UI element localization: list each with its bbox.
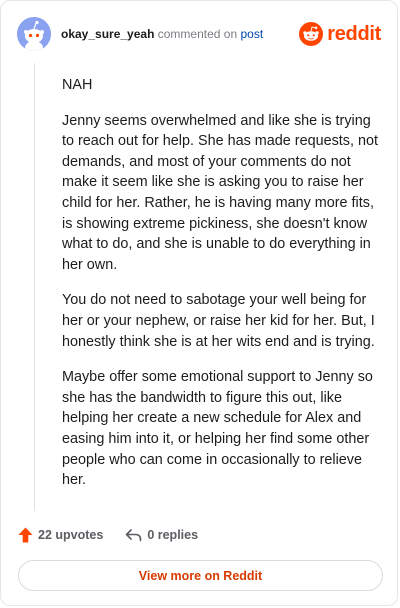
embedded-comment-card: okay_sure_yeah commented on post reddit … bbox=[0, 0, 398, 606]
upvotes-button[interactable]: 22 upvotes bbox=[18, 527, 103, 543]
reddit-logo[interactable]: reddit bbox=[299, 21, 381, 47]
reddit-wordmark: reddit bbox=[327, 23, 381, 45]
upvotes-count: 22 upvotes bbox=[38, 528, 104, 542]
comment-paragraph: Jenny seems overwhelmed and like she is … bbox=[62, 112, 378, 273]
view-more-button[interactable]: View more on Reddit bbox=[18, 560, 383, 591]
replies-count: 0 replies bbox=[147, 528, 199, 542]
username-link[interactable]: okay_sure_yeah bbox=[61, 27, 154, 41]
comment-meta: okay_sure_yeah commented on post bbox=[61, 26, 263, 42]
replies-button[interactable]: 0 replies bbox=[125, 528, 198, 542]
comment-actions: 22 upvotes 0 replies bbox=[18, 524, 198, 546]
thread-line bbox=[34, 63, 35, 511]
post-link[interactable]: post bbox=[240, 27, 263, 41]
snoo-avatar-icon[interactable] bbox=[17, 17, 51, 51]
comment-paragraph: Maybe offer some emotional support to Je… bbox=[62, 369, 373, 489]
reply-arrow-icon bbox=[126, 529, 142, 542]
commented-on-text: commented on bbox=[157, 27, 238, 41]
comment-header: okay_sure_yeah commented on post reddit bbox=[17, 17, 381, 51]
comment-paragraph: NAH bbox=[62, 77, 93, 93]
comment-paragraph: You do not need to sabotage your well be… bbox=[62, 292, 375, 350]
upvote-arrow-icon bbox=[18, 527, 33, 543]
comment-body: NAH Jenny seems overwhelmed and like she… bbox=[62, 75, 378, 506]
reddit-logo-icon bbox=[299, 22, 324, 46]
